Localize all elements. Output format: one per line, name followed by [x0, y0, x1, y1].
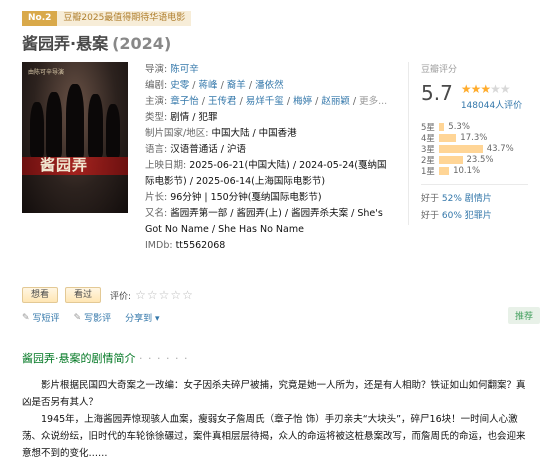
writer-link[interactable]: 蒋峰: [199, 80, 218, 91]
poster-figure: [88, 94, 103, 157]
rating-bar-label: 1星: [421, 166, 435, 177]
synopsis: 影片根据民国四大奇案之一改编：女子因杀夫碎尸被捕，究竟是她一人所为，还是有人相助…: [22, 377, 528, 462]
rating-header: 豆瓣评分: [421, 65, 458, 75]
rating-bar-row: 5星 5.3%: [421, 121, 528, 133]
page-title: 酱园弄·悬案 (2024): [22, 30, 171, 54]
rating-bar-row: 2星 23.5%: [421, 154, 528, 166]
synopsis-paragraph: 1945年，上海酱园弄惊现骇人血案，瘦弱女子詹周氏（章子怡 饰）手刃亲夫“大块头…: [22, 414, 526, 459]
genre-value: 剧情 / 犯罪: [170, 112, 218, 123]
rating-bar-percent: 10.1%: [453, 165, 481, 176]
better-genre-link[interactable]: 犯罪片: [465, 211, 492, 221]
poster-figure: [66, 84, 84, 159]
poster-figure: [46, 92, 62, 157]
watched-button[interactable]: 看过: [65, 287, 102, 303]
ranking-badge[interactable]: No.2 豆瓣2025最值得期待华语电影: [22, 11, 192, 26]
poster-figure: [106, 104, 120, 157]
writer-link[interactable]: 史零: [170, 80, 189, 91]
better-pct-link[interactable]: 52%: [442, 194, 462, 204]
language-value: 汉语普通话 / 沪语: [170, 144, 246, 155]
poster-top-text: 由陈可辛导演: [28, 69, 65, 76]
rating-bar: [439, 133, 457, 142]
rating-votes-link[interactable]: 148044人评价: [461, 98, 522, 111]
poster-figure: [30, 102, 44, 157]
aka-value: 酱园弄第一部 / 酱园弄(上) / 酱园弄杀夫案 / She's Got No …: [145, 208, 383, 235]
movie-info: 导演: 陈可辛 编剧: 史零 / 蒋峰 / 裔羊 / 潘依然 主演: 章子怡 /…: [145, 62, 395, 254]
rating-bar-percent: 17.3%: [460, 132, 488, 143]
better-than: 好于 52% 剧情片 好于 60% 犯罪片: [421, 184, 528, 225]
write-short-review-link[interactable]: ✎ 写短评: [22, 311, 60, 325]
ops-bar: ✎ 写短评 ✎ 写影评 分享到 ▾: [22, 311, 174, 325]
rating-bar: [439, 166, 450, 175]
rate-label: 评价:: [110, 291, 132, 302]
writer-link[interactable]: 潘依然: [255, 80, 284, 91]
aka-row: 又名: 酱园弄第一部 / 酱园弄(上) / 酱园弄杀夫案 / She's Got…: [145, 208, 383, 235]
rank-number: No.2: [22, 11, 58, 26]
writer-link[interactable]: 裔羊: [227, 80, 246, 91]
rating-panel: 豆瓣评分 5.7 ★★★★★ 148044人评价 5星 5.3% 4星 17.3% 3星…: [408, 62, 528, 225]
cast-link[interactable]: 王传君: [208, 96, 237, 107]
pen-icon: ✎: [73, 312, 82, 323]
language-row: 语言: 汉语普通话 / 沪语: [145, 144, 246, 155]
runtime-row: 片长: 96分钟 | 150分钟(戛纳国际电影节): [145, 192, 322, 203]
cast-link[interactable]: 章子怡: [170, 96, 199, 107]
movie-year: (2024): [112, 34, 172, 53]
recommend-button[interactable]: 推荐: [508, 307, 541, 324]
more-cast-link[interactable]: 更多...: [359, 96, 387, 107]
rating-bar: [439, 122, 445, 131]
rate-stars-input[interactable]: ☆☆☆☆☆: [135, 288, 194, 302]
rating-bar: [439, 144, 483, 153]
rating-bar-row: 1星 10.1%: [421, 165, 528, 177]
poster-logo: 酱园弄: [40, 156, 89, 174]
rating-stars: ★★★★★: [461, 83, 522, 95]
genre-row: 类型: 剧情 / 犯罪: [145, 112, 218, 123]
country-value: 中国大陆 / 中国香港: [211, 128, 297, 139]
rating-bar-percent: 23.5%: [466, 154, 494, 165]
rating-distribution: 5星 5.3% 4星 17.3% 3星 43.7% 2星 23.5% 1星 10.1%: [421, 121, 528, 177]
imdb-row: IMDb: tt5562068: [145, 240, 226, 251]
imdb-value: tt5562068: [175, 240, 226, 251]
better-genre-link[interactable]: 剧情片: [465, 194, 492, 204]
cast-link[interactable]: 赵丽颖: [321, 96, 350, 107]
movie-poster[interactable]: 由陈可辛导演 酱园弄: [22, 62, 128, 213]
share-dropdown[interactable]: 分享到 ▾: [125, 311, 159, 324]
action-bar: 想看 看过 评价: ☆☆☆☆☆: [22, 287, 194, 303]
cast-link[interactable]: 梅婷: [293, 96, 312, 107]
star-empty-icon: ★★: [490, 82, 510, 96]
cast-row: 主演: 章子怡 / 王传君 / 易烊千玺 / 梅婷 / 赵丽颖 / 更多...: [145, 96, 388, 107]
star-icon: ★★★: [460, 82, 491, 96]
rating-bar-row: 3星 43.7%: [421, 143, 528, 155]
want-to-watch-button[interactable]: 想看: [22, 287, 59, 303]
rating-bar-percent: 43.7%: [486, 143, 514, 154]
rating-bar-percent: 5.3%: [448, 121, 470, 132]
rank-text: 豆瓣2025最值得期待华语电影: [57, 11, 192, 26]
better-pct-link[interactable]: 60%: [442, 211, 462, 221]
runtime-value: 96分钟 | 150分钟(戛纳国际电影节): [170, 192, 322, 203]
country-row: 制片国家/地区: 中国大陆 / 中国香港: [145, 128, 297, 139]
synopsis-paragraph: 影片根据民国四大奇案之一改编：女子因杀夫碎尸被捕，究竟是她一人所为，还是有人相助…: [22, 380, 526, 408]
rating-bar-row: 4星 17.3%: [421, 132, 528, 144]
cast-link[interactable]: 易烊千玺: [246, 96, 284, 107]
rating-bar: [439, 155, 463, 164]
director-link[interactable]: 陈可辛: [170, 64, 199, 75]
release-row: 上映日期: 2025-06-21(中国大陆) / 2024-05-24(戛纳国际…: [145, 160, 387, 187]
rating-score: 5.7: [421, 81, 453, 105]
write-review-link[interactable]: ✎ 写影评: [73, 311, 112, 325]
synopsis-heading: 酱园弄·悬案的剧情简介 · · · · · ·: [22, 352, 189, 365]
director-row: 导演: 陈可辛: [145, 64, 199, 75]
pen-icon: ✎: [22, 312, 30, 323]
movie-title: 酱园弄·悬案: [22, 34, 109, 53]
writer-row: 编剧: 史零 / 蒋峰 / 裔羊 / 潘依然: [145, 80, 284, 91]
